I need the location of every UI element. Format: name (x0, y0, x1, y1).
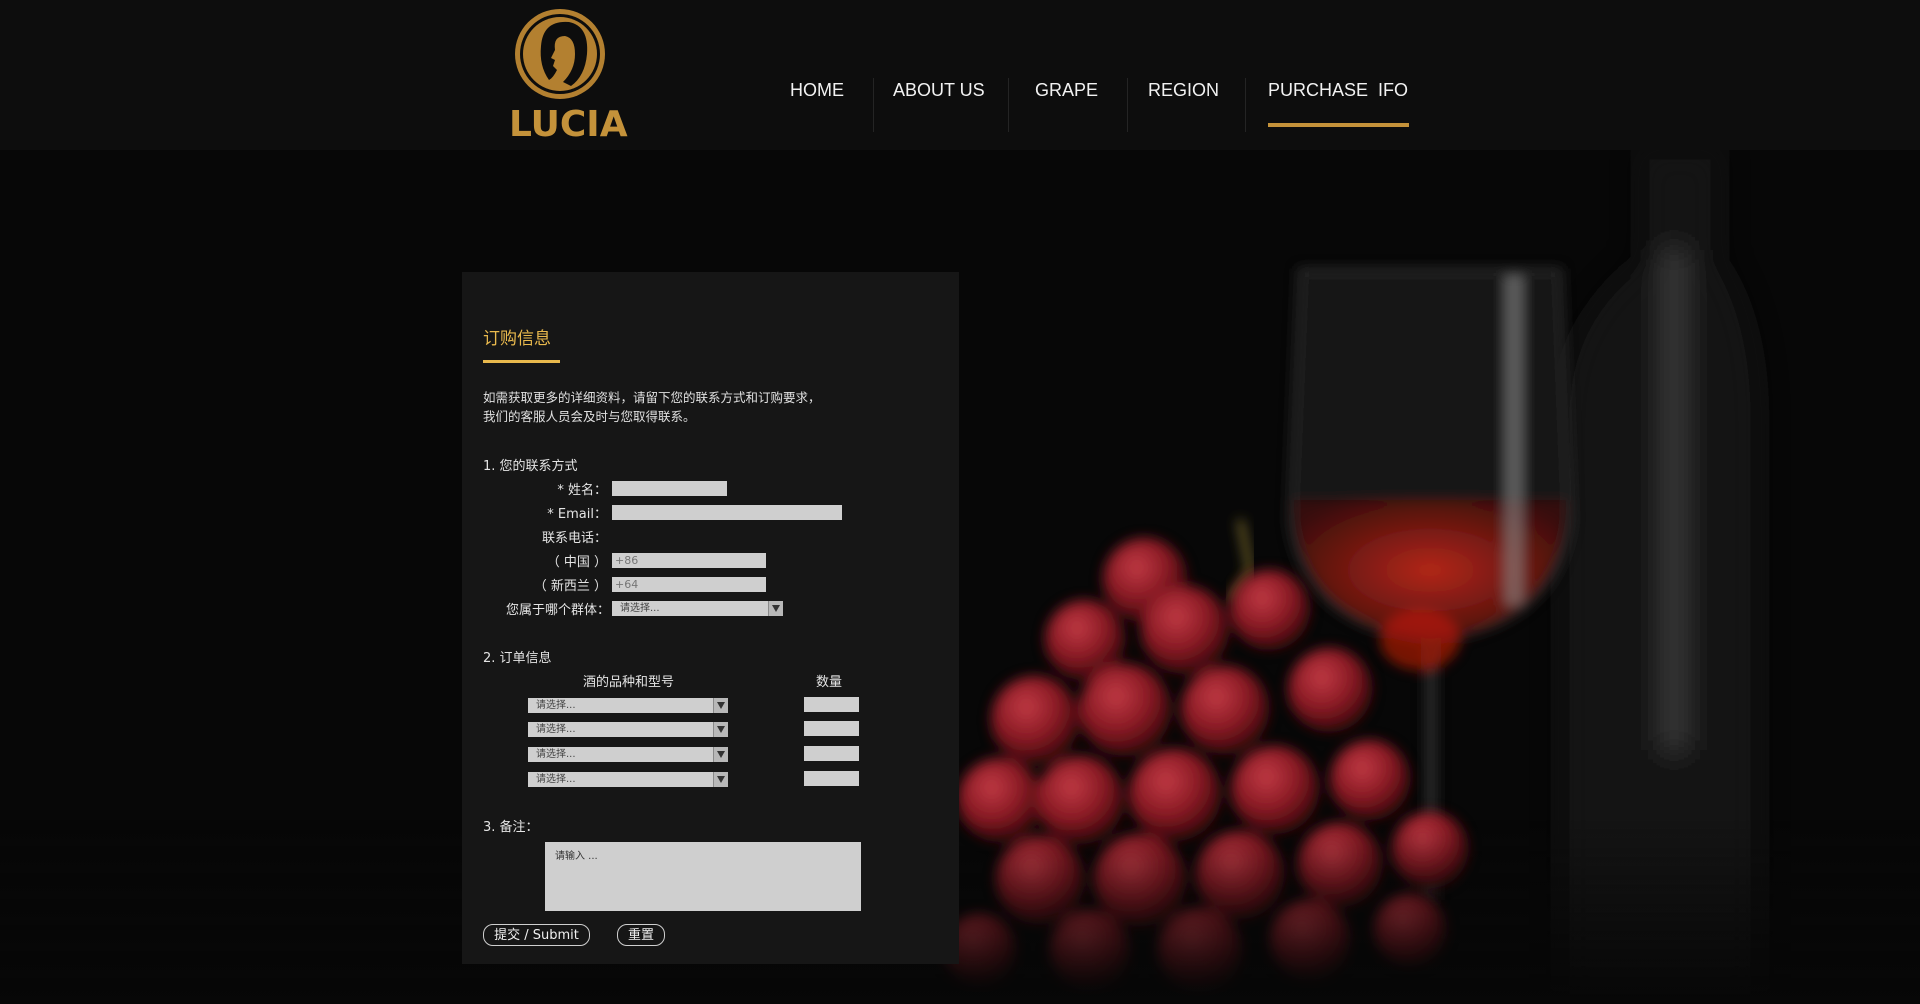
section-order-heading: 2. 订单信息 (483, 651, 552, 666)
nav-purchase-info[interactable]: PURCHASE IFO (1268, 78, 1408, 102)
group-select-value: 请选择... (620, 603, 660, 614)
wine-select[interactable]: 请选择... (528, 772, 728, 787)
group-label: 您属于哪个群体： (505, 603, 610, 618)
remarks-placeholder: 请输入 ... (555, 851, 598, 862)
chevron-down-icon (713, 747, 728, 762)
wine-select[interactable]: 请选择... (528, 747, 728, 762)
intro-line-2: 我们的客服人员会及时与您取得联系。 (483, 409, 696, 424)
nav-active-indicator (1268, 123, 1409, 127)
wine-select-value: 请选择... (536, 724, 576, 735)
nz-phone-input[interactable] (612, 577, 766, 592)
nav-divider (1008, 78, 1009, 132)
group-select[interactable]: 请选择... (612, 601, 783, 616)
title-underline (483, 360, 560, 363)
remarks-textarea[interactable]: 请输入 ... (545, 842, 861, 911)
submit-button[interactable]: 提交 / Submit (483, 924, 590, 946)
quantity-input[interactable] (804, 721, 859, 736)
wine-select[interactable]: 请选择... (528, 722, 728, 737)
intro-line-1: 如需获取更多的详细资料，请留下您的联系方式和订购要求， (483, 390, 821, 405)
form-title: 订购信息 (483, 329, 551, 349)
wine-select-value: 请选择... (536, 700, 576, 711)
china-phone-input[interactable] (612, 553, 766, 568)
chevron-down-icon (713, 722, 728, 737)
quantity-input[interactable] (804, 746, 859, 761)
nav-divider (1245, 78, 1246, 132)
china-phone-label: （ 中国 ） (546, 555, 607, 570)
name-label: * 姓名： (557, 483, 607, 498)
background-image (0, 0, 1920, 1004)
phone-label: 联系电话： (541, 531, 607, 546)
order-form-panel: 订购信息 如需获取更多的详细资料，请留下您的联系方式和订购要求， 我们的客服人员… (462, 272, 959, 964)
nav-divider (1127, 78, 1128, 132)
nz-phone-label: （ 新西兰 ） (533, 579, 607, 594)
quantity-input[interactable] (804, 697, 859, 712)
quantity-column-header: 数量 (816, 675, 843, 690)
section-remarks-heading: 3. 备注： (483, 820, 539, 835)
chevron-down-icon (713, 698, 728, 713)
nav-divider (873, 78, 874, 132)
nav-about-us[interactable]: ABOUT US (893, 78, 985, 102)
email-label: * Email： (547, 507, 607, 522)
nav-home[interactable]: HOME (790, 78, 844, 102)
site-header: LUCIA HOME ABOUT US GRAPE REGION PURCHAS… (0, 0, 1920, 150)
nav-grape[interactable]: GRAPE (1035, 78, 1098, 102)
wine-select-value: 请选择... (536, 774, 576, 785)
logo[interactable]: LUCIA (509, 6, 628, 145)
quantity-input[interactable] (804, 771, 859, 786)
nav-region[interactable]: REGION (1148, 78, 1219, 102)
brand-name: LUCIA (509, 104, 628, 145)
chevron-down-icon (713, 772, 728, 787)
wine-column-header: 酒的品种和型号 (583, 675, 675, 690)
lucia-logo-icon (515, 9, 605, 99)
wine-select[interactable]: 请选择... (528, 698, 728, 713)
wine-select-value: 请选择... (536, 749, 576, 760)
email-input[interactable] (612, 505, 842, 520)
reset-button[interactable]: 重置 (617, 924, 665, 946)
section-contact-heading: 1. 您的联系方式 (483, 459, 578, 474)
chevron-down-icon (768, 601, 783, 616)
name-input[interactable] (612, 481, 727, 496)
form-intro: 如需获取更多的详细资料，请留下您的联系方式和订购要求， 我们的客服人员会及时与您… (483, 388, 903, 426)
